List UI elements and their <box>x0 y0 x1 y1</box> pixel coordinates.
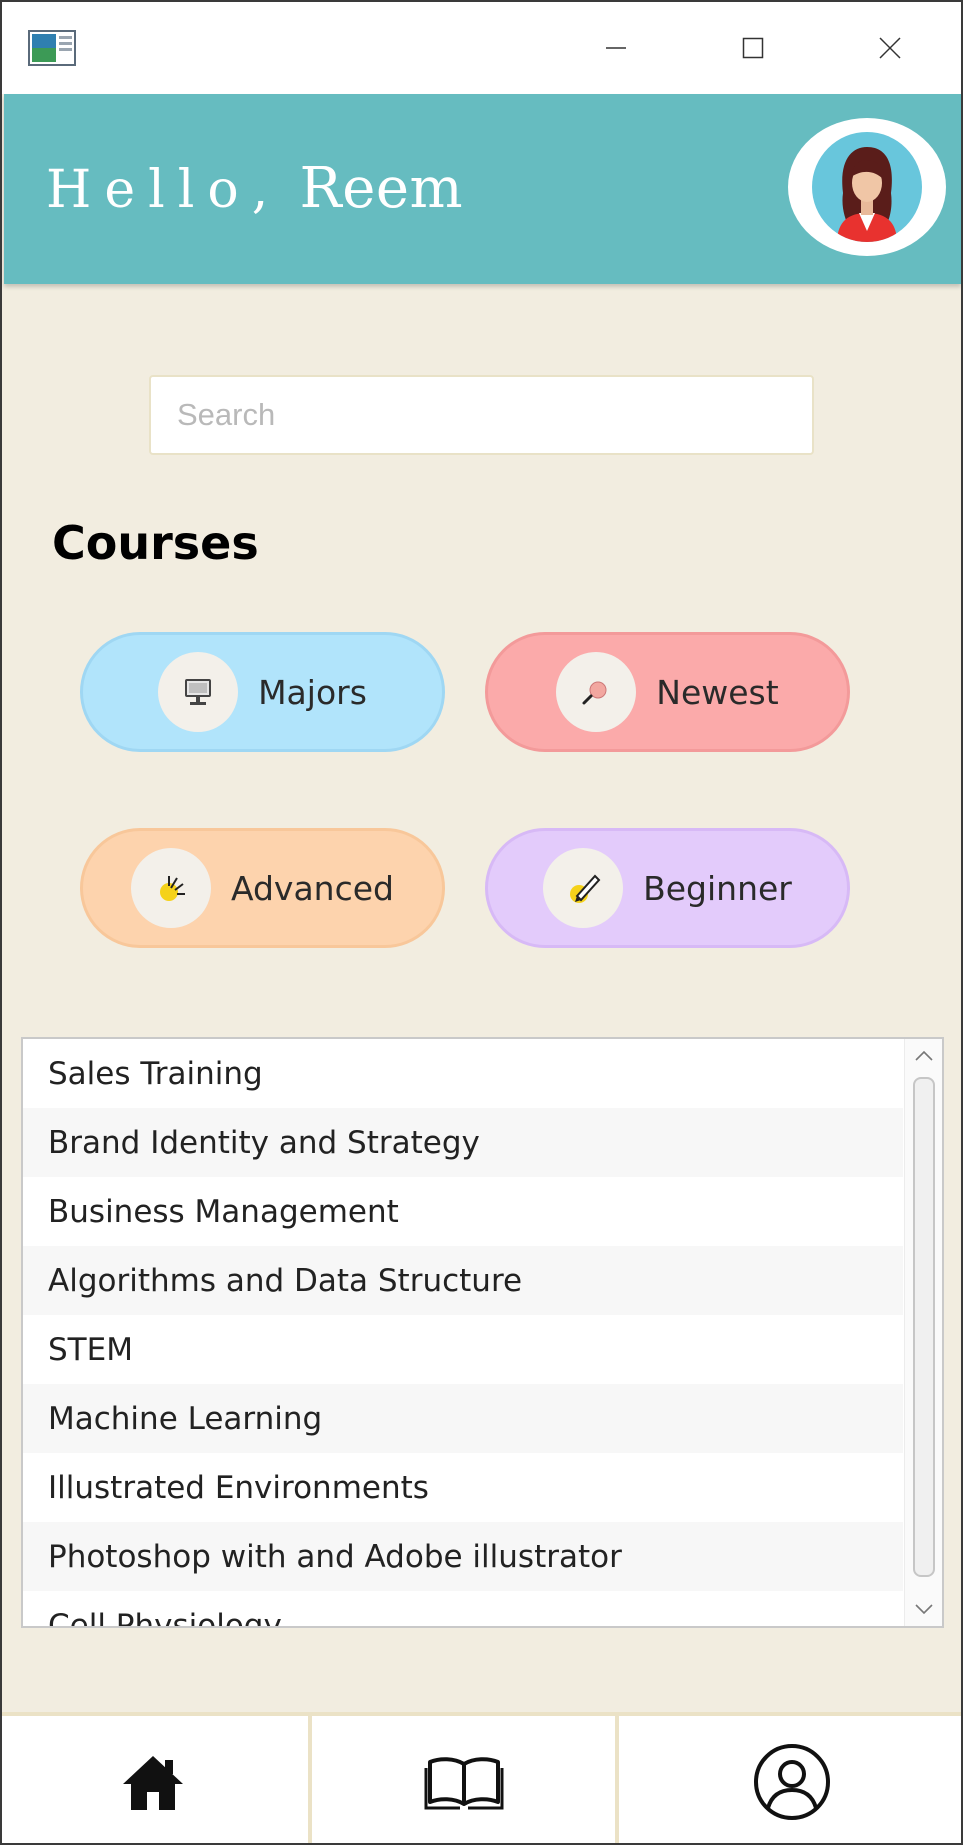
scroll-up-button[interactable] <box>905 1039 942 1073</box>
list-item[interactable]: STEM <box>23 1315 903 1384</box>
app-window: Hello, Reem Courses <box>0 0 963 1845</box>
close-button[interactable] <box>850 22 930 74</box>
title-bar <box>2 2 961 94</box>
app-window-icon <box>28 30 76 66</box>
category-label: Newest <box>656 672 779 712</box>
book-icon <box>424 1756 503 1809</box>
scroll-down-button[interactable] <box>905 1592 942 1626</box>
user-avatar <box>812 132 922 242</box>
list-item[interactable]: Business Management <box>23 1177 903 1246</box>
chevron-up-icon <box>915 1050 933 1061</box>
category-label: Majors <box>258 672 367 712</box>
greeting: Hello, Reem <box>46 156 463 221</box>
course-list[interactable]: Sales Training Brand Identity and Strate… <box>21 1037 944 1628</box>
magnifier-icon <box>556 652 637 732</box>
minimize-button[interactable] <box>576 22 656 74</box>
lightbulb-icon <box>130 848 211 928</box>
courses-heading: Courses <box>52 516 259 570</box>
nav-home-tab[interactable] <box>2 1716 304 1843</box>
close-icon <box>879 37 901 59</box>
list-item[interactable]: Sales Training <box>23 1039 903 1108</box>
user-name: Reem <box>299 156 464 221</box>
computer-icon <box>158 652 239 732</box>
list-item[interactable]: Illustrated Environments <box>23 1453 903 1522</box>
list-item[interactable]: Brand Identity and Strategy <box>23 1108 903 1177</box>
list-item[interactable]: Cell Physiology <box>23 1591 903 1627</box>
bottom-navigation <box>2 1712 961 1843</box>
nav-profile-tab[interactable] <box>623 1716 961 1843</box>
list-scrollbar[interactable] <box>904 1039 942 1626</box>
maximize-icon <box>742 37 764 59</box>
chevron-down-icon <box>915 1604 933 1615</box>
category-beginner-button[interactable]: Beginner <box>485 828 850 948</box>
greeting-word: Hello, <box>46 160 282 220</box>
header-bar: Hello, Reem <box>4 94 961 284</box>
category-advanced-button[interactable]: Advanced <box>80 828 445 948</box>
user-circle-icon <box>754 1743 830 1820</box>
list-item[interactable]: Photoshop with and Adobe illustrator <box>23 1522 903 1591</box>
avatar-button[interactable] <box>788 118 946 256</box>
minimize-icon <box>606 47 626 49</box>
maximize-button[interactable] <box>713 22 793 74</box>
search-input[interactable] <box>149 375 814 455</box>
nav-courses-tab[interactable] <box>308 1716 619 1843</box>
category-majors-button[interactable]: Majors <box>80 632 445 752</box>
home-icon <box>123 1755 183 1810</box>
category-label: Advanced <box>230 868 394 908</box>
list-item[interactable]: Algorithms and Data Structure <box>23 1246 903 1315</box>
category-label: Beginner <box>643 868 792 908</box>
scroll-thumb[interactable] <box>913 1077 935 1577</box>
pencil-icon <box>543 848 624 928</box>
list-item[interactable]: Machine Learning <box>23 1384 903 1453</box>
category-newest-button[interactable]: Newest <box>485 632 850 752</box>
